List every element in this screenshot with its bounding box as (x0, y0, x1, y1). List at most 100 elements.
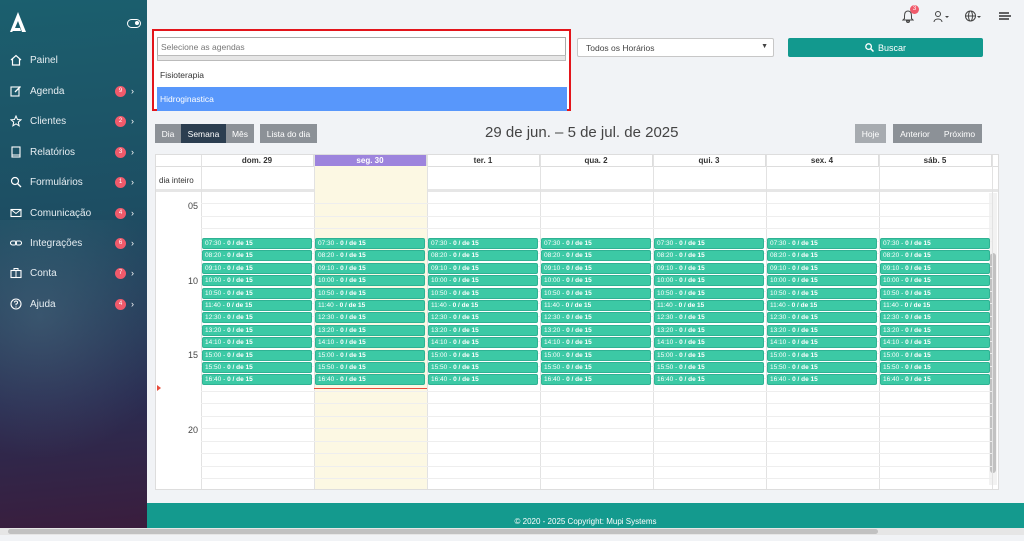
sidebar-item-formularios[interactable]: Formulários 1 › (0, 169, 147, 195)
time-slot-event[interactable]: 11:40 - 0 / de 15 (767, 300, 877, 311)
time-slot-event[interactable]: 11:40 - 0 / de 15 (541, 300, 651, 311)
time-slot-event[interactable]: 09:10 - 0 / de 15 (202, 262, 312, 274)
time-slot-event[interactable]: 10:00 - 0 / de 15 (202, 275, 312, 287)
time-slot-event[interactable]: 13:20 - 0 / de 15 (315, 324, 425, 336)
time-slot-event[interactable]: 15:50 - 0 / de 15 (202, 362, 312, 373)
time-slot-event[interactable]: 13:20 - 0 / de 15 (541, 324, 651, 336)
time-slot-event[interactable]: 09:10 - 0 / de 15 (541, 262, 651, 274)
day-header[interactable]: ter. 1 (427, 155, 540, 166)
time-slot-event[interactable]: 07:30 - 0 / de 15 (767, 238, 877, 249)
time-slot-event[interactable]: 13:20 - 0 / de 15 (428, 324, 538, 336)
sidebar-item-conta[interactable]: Conta 7 › (0, 260, 147, 286)
day-header[interactable]: qua. 2 (540, 155, 653, 166)
page-horizontal-scrollbar[interactable] (0, 528, 1024, 535)
time-slot-event[interactable]: 07:30 - 0 / de 15 (654, 238, 764, 249)
time-slot-event[interactable]: 16:40 - 0 / de 15 (880, 374, 990, 386)
time-slot-event[interactable]: 11:40 - 0 / de 15 (315, 300, 425, 311)
time-slot-event[interactable]: 07:30 - 0 / de 15 (541, 238, 651, 249)
time-slot-event[interactable]: 14:10 - 0 / de 15 (541, 337, 651, 349)
sidebar-item-relatorios[interactable]: Relatórios 3 › (0, 139, 147, 165)
time-slot-event[interactable]: 15:00 - 0 / de 15 (202, 349, 312, 361)
time-slot-event[interactable]: 13:20 - 0 / de 15 (880, 324, 990, 336)
time-slot-event[interactable]: 09:10 - 0 / de 15 (880, 262, 990, 274)
time-slot-event[interactable]: 16:40 - 0 / de 15 (428, 374, 538, 386)
time-slot-event[interactable]: 12:30 - 0 / de 15 (880, 312, 990, 324)
time-slot-event[interactable]: 09:10 - 0 / de 15 (428, 262, 538, 274)
time-slot-event[interactable]: 10:50 - 0 / de 15 (880, 287, 990, 299)
time-slot-event[interactable]: 10:00 - 0 / de 15 (654, 275, 764, 287)
view-month-button[interactable]: Mês (226, 124, 254, 143)
time-slot-event[interactable]: 11:40 - 0 / de 15 (428, 300, 538, 311)
next-button[interactable]: Próximo (937, 124, 982, 143)
day-header[interactable]: sex. 4 (766, 155, 879, 166)
time-slot-event[interactable]: 15:50 - 0 / de 15 (767, 362, 877, 373)
time-slot-event[interactable]: 16:40 - 0 / de 15 (541, 374, 651, 386)
time-slot-event[interactable]: 13:20 - 0 / de 15 (767, 324, 877, 336)
time-slot-event[interactable]: 07:30 - 0 / de 15 (428, 238, 538, 249)
day-header[interactable]: dom. 29 (201, 155, 314, 166)
today-button[interactable]: Hoje (855, 124, 886, 143)
time-slot-event[interactable]: 14:10 - 0 / de 15 (767, 337, 877, 349)
time-slot-event[interactable]: 12:30 - 0 / de 15 (315, 312, 425, 324)
time-slot-event[interactable]: 15:00 - 0 / de 15 (767, 349, 877, 361)
time-slot-event[interactable]: 12:30 - 0 / de 15 (202, 312, 312, 324)
time-slot-event[interactable]: 13:20 - 0 / de 15 (654, 324, 764, 336)
sidebar-item-painel[interactable]: Painel (0, 47, 147, 73)
time-slot-event[interactable]: 16:40 - 0 / de 15 (767, 374, 877, 386)
time-slot-event[interactable]: 13:20 - 0 / de 15 (202, 324, 312, 336)
time-slot-event[interactable]: 08:20 - 0 / de 15 (202, 250, 312, 262)
sidebar-item-clientes[interactable]: Clientes 2 › (0, 108, 147, 134)
agenda-option-fisioterapia[interactable]: Fisioterapia (157, 63, 567, 87)
time-slot-event[interactable]: 15:50 - 0 / de 15 (428, 362, 538, 373)
agenda-option-hidroginastica[interactable]: Hidroginastica (157, 87, 567, 111)
time-slot-event[interactable]: 11:40 - 0 / de 15 (880, 300, 990, 311)
horarios-select[interactable]: Todos os Horários ▼ (577, 38, 774, 57)
bell-icon[interactable]: 3 (900, 5, 919, 24)
time-slot-event[interactable]: 12:30 - 0 / de 15 (541, 312, 651, 324)
sidebar-toggle-icon[interactable] (127, 19, 141, 28)
time-slot-event[interactable]: 10:00 - 0 / de 15 (315, 275, 425, 287)
sidebar-item-agenda[interactable]: Agenda 9 › (0, 78, 147, 104)
time-slot-event[interactable]: 15:00 - 0 / de 15 (541, 349, 651, 361)
time-slot-event[interactable]: 07:30 - 0 / de 15 (880, 238, 990, 249)
user-icon[interactable] (932, 8, 950, 24)
agenda-input-scrollbar[interactable] (157, 55, 566, 61)
time-slot-event[interactable]: 14:10 - 0 / de 15 (202, 337, 312, 349)
time-slot-event[interactable]: 15:00 - 0 / de 15 (315, 349, 425, 361)
time-slot-event[interactable]: 12:30 - 0 / de 15 (428, 312, 538, 324)
time-slot-event[interactable]: 16:40 - 0 / de 15 (315, 374, 425, 386)
time-slot-event[interactable]: 09:10 - 0 / de 15 (654, 262, 764, 274)
day-header[interactable]: sáb. 5 (879, 155, 992, 166)
time-slot-event[interactable]: 10:50 - 0 / de 15 (202, 287, 312, 299)
prev-button[interactable]: Anterior (893, 124, 937, 143)
time-slot-event[interactable]: 12:30 - 0 / de 15 (654, 312, 764, 324)
time-slot-event[interactable]: 10:00 - 0 / de 15 (767, 275, 877, 287)
time-slot-event[interactable]: 15:50 - 0 / de 15 (880, 362, 990, 373)
time-slot-event[interactable]: 10:50 - 0 / de 15 (541, 287, 651, 299)
list-day-button[interactable]: Lista do dia (260, 124, 317, 143)
time-slot-event[interactable]: 14:10 - 0 / de 15 (315, 337, 425, 349)
time-slot-event[interactable]: 15:00 - 0 / de 15 (654, 349, 764, 361)
time-slot-event[interactable]: 10:00 - 0 / de 15 (880, 275, 990, 287)
day-header[interactable]: seg. 30 (314, 155, 427, 166)
time-slot-event[interactable]: 10:50 - 0 / de 15 (654, 287, 764, 299)
menu-icon[interactable] (996, 8, 1014, 24)
time-slot-event[interactable]: 08:20 - 0 / de 15 (315, 250, 425, 262)
time-slot-event[interactable]: 11:40 - 0 / de 15 (202, 300, 312, 311)
time-slot-event[interactable]: 14:10 - 0 / de 15 (428, 337, 538, 349)
time-slot-event[interactable]: 08:20 - 0 / de 15 (767, 250, 877, 262)
time-slot-event[interactable]: 12:30 - 0 / de 15 (767, 312, 877, 324)
sidebar-item-ajuda[interactable]: Ajuda 4 › (0, 291, 147, 317)
globe-icon[interactable] (964, 8, 982, 24)
time-slot-event[interactable]: 15:00 - 0 / de 15 (428, 349, 538, 361)
time-slot-event[interactable]: 09:10 - 0 / de 15 (767, 262, 877, 274)
time-slot-event[interactable]: 15:00 - 0 / de 15 (880, 349, 990, 361)
time-slot-event[interactable]: 11:40 - 0 / de 15 (654, 300, 764, 311)
time-slot-event[interactable]: 14:10 - 0 / de 15 (654, 337, 764, 349)
time-slot-event[interactable]: 08:20 - 0 / de 15 (880, 250, 990, 262)
buscar-button[interactable]: Buscar (788, 38, 983, 57)
time-slot-event[interactable]: 15:50 - 0 / de 15 (541, 362, 651, 373)
time-slot-event[interactable]: 10:00 - 0 / de 15 (541, 275, 651, 287)
time-slot-event[interactable]: 10:00 - 0 / de 15 (428, 275, 538, 287)
logo-icon[interactable] (10, 12, 26, 32)
